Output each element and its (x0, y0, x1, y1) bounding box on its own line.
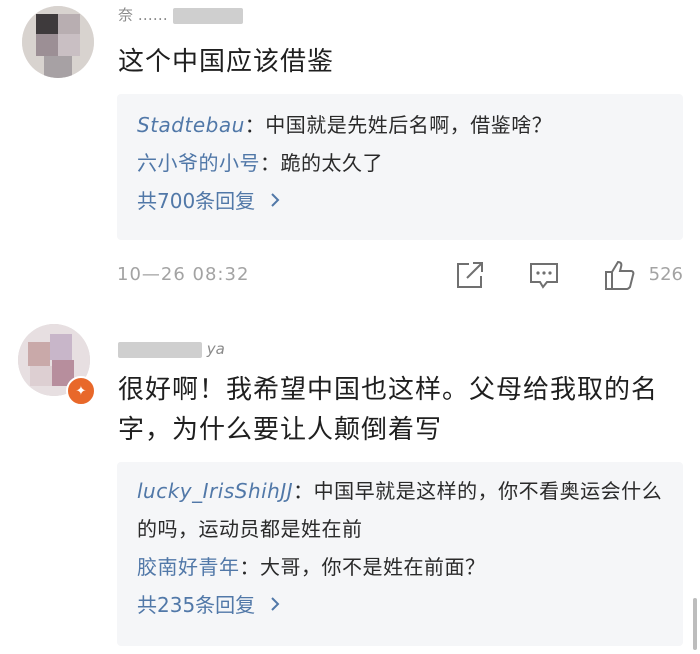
thumbs-up-icon[interactable] (603, 258, 637, 292)
reply-author[interactable]: 六小爷的小号 (137, 151, 260, 175)
verified-badge-icon: ✦ (66, 376, 96, 406)
reply-item[interactable]: 六小爷的小号：跪的太久了 (117, 144, 683, 182)
scrollbar[interactable] (693, 598, 697, 650)
blurred-username (118, 341, 202, 358)
more-replies-link[interactable]: 共700条回复 (117, 182, 683, 220)
reply-box[interactable]: Stadtebau：中国就是先姓后名啊，借鉴啥？ 六小爷的小号：跪的太久了 共7… (117, 94, 683, 240)
more-replies-label: 共700条回复 (137, 189, 256, 213)
reply-text: ：中国就是先姓后名啊，借鉴啥？ (244, 113, 553, 137)
username[interactable]: 奈 …… (118, 4, 243, 25)
reply-text: ：大哥，你不是姓在前面？ (239, 555, 486, 579)
username[interactable]: ya (118, 340, 225, 358)
comment-text: 这个中国应该借鉴 (118, 47, 335, 77)
chevron-right-icon (269, 182, 281, 220)
reply-author[interactable]: Stadtebau (137, 113, 245, 137)
username-text: 奈 …… (118, 6, 168, 24)
reply-text: ：跪的太久了 (260, 151, 383, 175)
reply-item[interactable]: lucky_IrisShihJJ：中国早就是这样的，你不看奥运会什么的吗，运动员… (117, 472, 683, 548)
comment-icon[interactable] (527, 258, 561, 292)
comment-meta: 10—26 08:32 526 (117, 256, 683, 296)
reply-item[interactable]: 胶南好青年：大哥，你不是姓在前面？ (117, 548, 683, 586)
more-replies-label: 共235条回复 (137, 593, 256, 617)
avatar[interactable] (22, 6, 94, 78)
username-text: ya (206, 340, 225, 358)
reply-box[interactable]: lucky_IrisShihJJ：中国早就是这样的，你不看奥运会什么的吗，运动员… (117, 462, 683, 646)
like-count: 526 (648, 264, 683, 285)
share-icon[interactable] (453, 258, 487, 292)
reply-author[interactable]: 胶南好青年 (137, 555, 240, 579)
reply-item[interactable]: Stadtebau：中国就是先姓后名啊，借鉴啥？ (117, 106, 683, 144)
blurred-username (172, 7, 243, 24)
chevron-right-icon (269, 586, 281, 624)
timestamp: 10—26 08:32 (117, 264, 250, 285)
reply-author[interactable]: lucky_IrisShihJJ (137, 479, 293, 503)
more-replies-link[interactable]: 共235条回复 (117, 586, 683, 624)
comment-text: 很好啊！我希望中国也这样。父母给我取的名字，为什么要让人颠倒着写 (118, 375, 659, 445)
